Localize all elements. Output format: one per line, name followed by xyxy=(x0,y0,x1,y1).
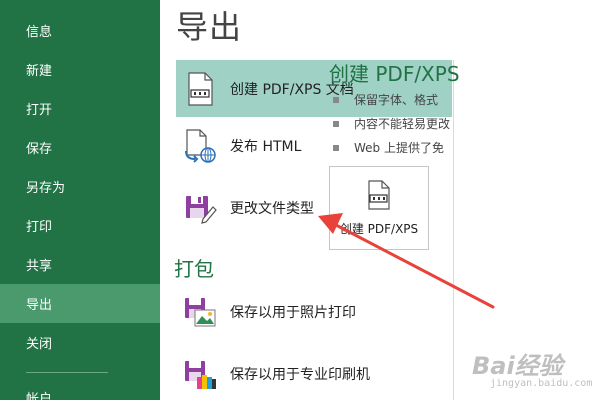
annotation-arrow xyxy=(318,213,495,309)
watermark-subtext: jingyan.baidu.com xyxy=(490,378,593,389)
watermark-text: Bai经验 xyxy=(472,352,563,380)
watermark: Bai经验 jingyan.baidu.com xyxy=(450,342,598,398)
